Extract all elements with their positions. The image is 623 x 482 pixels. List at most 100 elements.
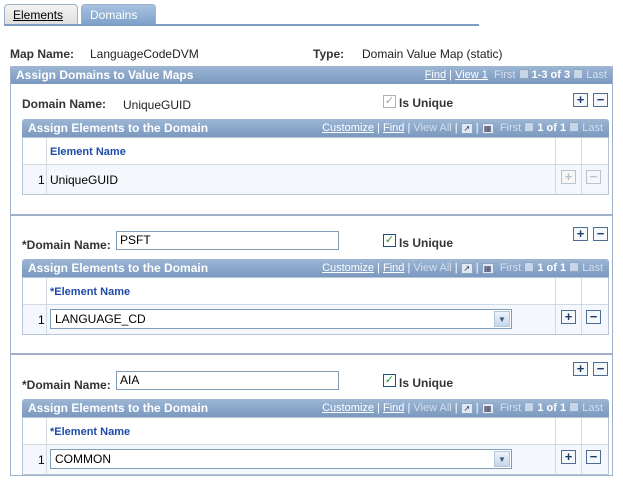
add-row-button: +	[561, 170, 576, 184]
map-name-label: Map Name:	[10, 47, 75, 61]
delete-domain-button[interactable]: −	[593, 93, 608, 107]
grid-divider	[23, 444, 608, 445]
domain-name-input[interactable]: PSFT	[116, 231, 339, 250]
row-number: 1	[38, 173, 45, 187]
is-unique-checkbox[interactable]: ✓	[383, 234, 396, 247]
assign-elements-title: Assign Elements to the Domain	[28, 261, 209, 275]
add-domain-button[interactable]: +	[573, 362, 588, 376]
view-all-label: View All	[413, 402, 452, 414]
add-row-button[interactable]: +	[561, 450, 576, 464]
download-icon[interactable]: ↗	[460, 402, 473, 414]
tab-domains-label: Domains	[90, 8, 138, 22]
element-name-header: *Element Name	[50, 286, 131, 298]
view-all-label: View All	[413, 262, 452, 274]
assign-elements-nav: Customize | Find | View All | ↗ | ▦ Firs…	[322, 122, 603, 134]
delete-row-button[interactable]: −	[586, 450, 601, 464]
add-domain-button[interactable]: +	[573, 93, 588, 107]
chevron-down-icon[interactable]: ▼	[494, 451, 510, 467]
is-unique-label: Is Unique	[399, 96, 454, 110]
last-label: Last	[582, 402, 603, 414]
add-domain-button[interactable]: +	[573, 227, 588, 241]
element-name-header: *Element Name	[50, 426, 131, 438]
first-label: First	[499, 262, 522, 274]
tab-elements[interactable]: Elements	[4, 4, 78, 26]
plus-icon: +	[564, 449, 573, 464]
assign-elements-nav: Customize | Find | View All | ↗ | ▦ Firs…	[322, 262, 603, 274]
first-label: First	[499, 122, 522, 134]
minus-icon: −	[596, 92, 605, 107]
grid-divider	[46, 138, 47, 194]
domain-separator	[11, 214, 612, 216]
delete-row-button[interactable]: −	[586, 310, 601, 324]
plus-icon: +	[576, 361, 585, 376]
minus-icon: −	[596, 361, 605, 376]
grid-icon[interactable]: ▦	[481, 122, 494, 134]
tab-domains[interactable]: Domains	[81, 4, 156, 26]
element-name-value: LANGUAGE_CD	[55, 312, 146, 326]
find-link[interactable]: Find	[383, 122, 404, 134]
element-name-select[interactable]: COMMON ▼	[50, 449, 512, 469]
prev-arrow-icon[interactable]	[524, 262, 535, 273]
customize-link[interactable]: Customize	[322, 122, 374, 134]
plus-icon: +	[564, 309, 573, 324]
grid-divider	[581, 138, 582, 194]
plus-icon: +	[564, 169, 573, 184]
plus-icon: +	[576, 226, 585, 241]
next-arrow-icon[interactable]	[569, 122, 580, 133]
next-arrow-icon[interactable]	[569, 262, 580, 273]
delete-domain-button[interactable]: −	[593, 362, 608, 376]
element-name-value: COMMON	[55, 452, 111, 466]
grid-divider	[23, 304, 608, 305]
domain-name-input[interactable]: AIA	[116, 371, 339, 390]
minus-icon: −	[589, 449, 598, 464]
element-name-select[interactable]: LANGUAGE_CD ▼	[50, 309, 512, 329]
find-link[interactable]: Find	[383, 262, 404, 274]
domain-name-label: *Domain Name:	[22, 238, 111, 252]
row-number: 1	[38, 453, 45, 467]
is-unique-label: Is Unique	[399, 376, 454, 390]
customize-link[interactable]: Customize	[322, 402, 374, 414]
next-arrow-icon[interactable]	[569, 402, 580, 413]
assign-elements-bar: Assign Elements to the Domain Customize …	[22, 399, 609, 417]
is-unique-checkbox: ✓	[383, 95, 396, 108]
domain-name-label: *Domain Name:	[22, 378, 111, 392]
grid-icon[interactable]: ▦	[481, 262, 494, 274]
add-row-button[interactable]: +	[561, 310, 576, 324]
check-icon: ✓	[384, 374, 395, 386]
grid-icon[interactable]: ▦	[481, 402, 494, 414]
row-count: 1 of 1	[537, 402, 567, 414]
row-number: 1	[38, 313, 45, 327]
last-label: Last	[582, 262, 603, 274]
view-all-label: View All	[413, 122, 452, 134]
map-name-value: LanguageCodeDVM	[90, 47, 199, 61]
type-label: Type:	[313, 47, 345, 61]
row-count: 1 of 1	[537, 122, 567, 134]
is-unique-label: Is Unique	[399, 236, 454, 250]
download-icon[interactable]: ↗	[460, 262, 473, 274]
find-link[interactable]: Find	[383, 402, 404, 414]
minus-icon: −	[589, 309, 598, 324]
grid-divider	[581, 278, 582, 334]
assign-elements-bar: Assign Elements to the Domain Customize …	[22, 119, 609, 137]
minus-icon: −	[589, 169, 598, 184]
last-label: Last	[582, 122, 603, 134]
customize-link[interactable]: Customize	[322, 262, 374, 274]
tab-underline	[4, 24, 479, 26]
is-unique-checkbox[interactable]: ✓	[383, 374, 396, 387]
grid-divider	[46, 278, 47, 334]
grid-divider	[46, 418, 47, 474]
prev-arrow-icon[interactable]	[524, 402, 535, 413]
download-icon[interactable]: ↗	[460, 122, 473, 134]
domain-name-label: Domain Name:	[22, 97, 107, 111]
assign-elements-title: Assign Elements to the Domain	[28, 401, 209, 415]
tab-elements-label: Elements	[13, 8, 64, 22]
minus-icon: −	[596, 226, 605, 241]
grid-divider	[555, 418, 556, 474]
delete-domain-button[interactable]: −	[593, 227, 608, 241]
check-icon: ✓	[384, 234, 395, 246]
type-value: Domain Value Map (static)	[362, 47, 503, 61]
prev-arrow-icon[interactable]	[524, 122, 535, 133]
chevron-down-icon[interactable]: ▼	[494, 311, 510, 327]
plus-icon: +	[576, 92, 585, 107]
element-name-value: UniqueGUID	[50, 173, 119, 187]
